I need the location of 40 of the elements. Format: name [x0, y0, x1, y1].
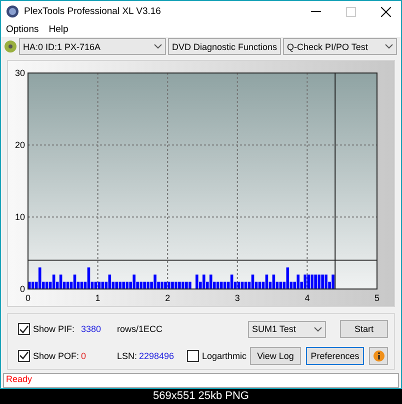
dialog-button[interactable]: Preferences: [306, 346, 364, 365]
info-button[interactable]: [369, 346, 388, 365]
lsn-label: LSN:: [117, 350, 138, 361]
menu-item[interactable]: Options: [6, 24, 39, 35]
checkbox[interactable]: [187, 350, 199, 362]
unit-label: rows/1ECC: [117, 324, 164, 334]
dropdown-caret-icon: [385, 44, 393, 50]
checkbox[interactable]: [18, 350, 30, 362]
checkbox-label: Show PIF:: [33, 324, 76, 334]
function-select[interactable]: DVD Diagnostic Functions: [168, 38, 281, 56]
axis-label: 0: [20, 284, 25, 294]
drive-select[interactable]: HA:0 ID:1 PX-716A: [19, 38, 166, 56]
axis-label: 20: [14, 140, 25, 150]
axis-label: 0: [26, 292, 30, 303]
axis-label: 10: [14, 212, 25, 222]
dropdown-caret-icon: [314, 326, 322, 332]
dialog-button[interactable]: View Log: [250, 346, 301, 365]
start-button[interactable]: Start: [340, 320, 388, 338]
axis-label: 3: [234, 292, 240, 303]
app-logo-icon: [6, 5, 19, 18]
axis-label: 5: [374, 292, 380, 303]
close-icon[interactable]: [381, 6, 391, 16]
checkbox-label: Logarthmic: [202, 350, 248, 361]
axis-label: 2: [165, 292, 170, 303]
image-caption: 569x551 25kb PNG: [152, 389, 250, 404]
axis-label: 1: [95, 292, 100, 303]
status-bar: Ready: [3, 373, 399, 388]
disc-icon: [4, 40, 17, 54]
axis-label: 30: [14, 68, 25, 78]
menu-item[interactable]: Help: [48, 24, 68, 35]
pif-value: 3380: [81, 324, 102, 334]
checkbox[interactable]: [18, 323, 30, 336]
pof-value: 0: [81, 350, 88, 361]
lsn-value: 2298496: [139, 350, 176, 361]
dropdown-caret-icon: [154, 44, 162, 50]
test-select[interactable]: Q-Check PI/PO Test: [283, 38, 397, 56]
sum-test-select[interactable]: SUM1 Test: [248, 320, 326, 338]
window-title: PlexTools Professional XL V3.16: [24, 6, 162, 17]
checkbox-label: Show POF:: [33, 350, 80, 361]
axis-label: 4: [304, 292, 310, 303]
